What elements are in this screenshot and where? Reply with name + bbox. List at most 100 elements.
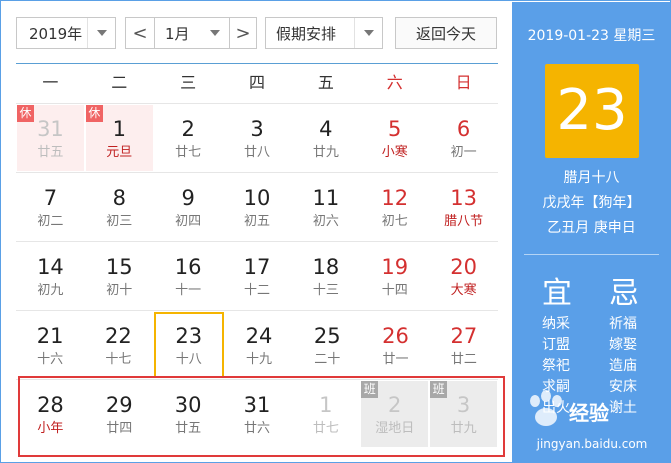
lunar-date: 大寒 [450,283,477,298]
day-cell[interactable]: 29 廿四 [86,381,153,447]
year-select[interactable]: 2019年 [16,17,116,49]
day-cell[interactable]: 21 十六 [17,312,83,378]
day-cell[interactable]: 24 十九 [226,312,292,378]
yi-title: 宜 [542,276,572,311]
day-number: 14 [37,255,64,279]
lunar-date: 初一 [450,145,477,160]
day-cell[interactable]: 14 初九 [17,243,84,309]
lunar-date: 廿五 [175,421,202,436]
ji-item: 嫁娶 [609,337,637,353]
day-cell[interactable]: 11 初六 [292,174,359,240]
lunar-date: 小年 [37,421,64,436]
day-number: 16 [174,255,202,279]
yi-item: 纳采 [542,316,570,332]
day-number: 1 [319,393,333,417]
day-cell[interactable]: 12 初七 [361,174,428,240]
day-number: 7 [43,186,58,210]
watermark: 经验 jingyan.baidu.com [517,387,667,459]
day-number: 27 [450,324,478,348]
day-cell[interactable]: 13 腊八节 [430,174,497,240]
lunar-date: 初六 [312,214,339,229]
back-to-today-button[interactable]: 返回今天 [395,17,497,49]
day-number: 2 [181,117,195,141]
next-month-button[interactable]: > [229,17,257,49]
chevron-down-icon[interactable] [201,18,229,48]
day-cell[interactable]: 18 十三 [292,243,359,309]
week-row: 21 十六 22 十七 23 十八 24 十九 25 二十 26 廿一 27 廿… [16,310,498,379]
day-cell[interactable]: 班 3 廿九 [430,381,498,447]
day-cell[interactable]: 25 二十 [294,312,360,378]
lunar-date: 小寒 [381,145,408,160]
day-cell-today[interactable]: 23 十八 [153,312,224,378]
lunar-date: 初五 [244,214,271,229]
day-number: 23 [175,324,203,348]
day-cell[interactable]: 4 廿九 [292,105,359,171]
ji-item: 祈福 [609,316,637,332]
lunar-date: 十四 [381,283,408,298]
day-number: 18 [312,255,340,279]
day-cell[interactable]: 30 廿五 [155,381,222,447]
prev-month-button[interactable]: < [125,17,155,49]
holiday-value: 假期安排 [276,24,337,43]
day-cell[interactable]: 5 小寒 [361,105,428,171]
day-number: 24 [245,324,273,348]
lunar-date: 廿九 [450,421,477,436]
chevron-down-icon[interactable] [87,18,115,48]
day-cell[interactable]: 休 1 元旦 [85,105,153,171]
day-cell[interactable]: 20 大寒 [430,243,497,309]
day-number: 6 [456,117,471,141]
holiday-select[interactable]: 假期安排 [265,17,383,49]
ji-title: 忌 [609,276,639,311]
ganzhi-year: 戊戌年【狗年】 [542,195,641,211]
lunar-date: 初七 [381,214,408,229]
day-cell[interactable]: 休 31 廿五 [17,105,84,171]
weekday-label: 六 [386,73,403,92]
day-cell[interactable]: 28 小年 [17,381,84,447]
day-cell[interactable]: 26 廿一 [362,312,428,378]
day-cell[interactable]: 31 廿六 [224,381,291,447]
day-cell[interactable]: 10 初五 [224,174,291,240]
day-cell[interactable]: 15 初十 [86,243,153,309]
rest-badge: 休 [85,105,103,122]
weekday-label: 三 [180,73,197,92]
day-number: 22 [105,324,132,348]
day-cell[interactable]: 8 初三 [86,174,153,240]
divider [524,254,659,255]
lunar-date: 腊八节 [444,214,484,229]
week-row: 休 31 廿五 休 1 元旦 2 廿七 3 廿八 4 廿九 5 小寒 6 初一 [16,103,498,172]
day-number: 5 [388,117,402,141]
day-cell[interactable]: 22 十七 [85,312,151,378]
day-cell[interactable]: 19 十四 [361,243,428,309]
lunar-date: 廿五 [37,145,64,160]
lunar-date: 廿八 [244,145,271,160]
yi-item: 祭祀 [542,358,570,374]
day-cell[interactable]: 27 廿二 [431,312,497,378]
day-cell[interactable]: 16 十一 [155,243,222,309]
day-cell[interactable]: 9 初四 [155,174,222,240]
day-number: 10 [243,186,271,210]
day-cell[interactable]: 1 廿七 [292,381,359,447]
calendar-widget: 2019年 < 1月 > 假期安排 返回今天 一 二 三 四 五 六 日 休 3… [0,0,671,463]
weekday-label: 一 [42,73,59,92]
day-cell[interactable]: 17 十二 [224,243,291,309]
day-cell[interactable]: 2 廿七 [155,105,222,171]
week-row: 7 初二 8 初三 9 初四 10 初五 11 初六 12 初七 13 腊八节 [16,172,498,241]
chevron-down-icon[interactable] [354,18,382,48]
lunar-date: 廿六 [244,421,271,436]
day-number: 15 [105,255,133,279]
month-select[interactable]: 1月 [155,17,229,49]
lunar-date: 廿九 [312,145,339,160]
day-cell[interactable]: 7 初二 [17,174,84,240]
selected-date: 2019-01-23 星期三 [527,28,656,44]
week-row: 28 小年 29 廿四 30 廿五 31 廿六 1 廿七 班 2 湿地日 班 3… [16,379,498,448]
year-value: 2019年 [29,24,83,43]
day-cell[interactable]: 6 初一 [430,105,497,171]
lunar-date: 初四 [175,214,202,229]
yi-item: 订盟 [542,337,570,353]
weekday-label: 四 [249,73,266,92]
day-cell[interactable]: 班 2 湿地日 [361,381,429,447]
day-number: 25 [313,324,341,348]
day-cell[interactable]: 3 廿八 [224,105,291,171]
day-number: 12 [381,186,409,210]
weekday-label: 日 [455,73,472,92]
